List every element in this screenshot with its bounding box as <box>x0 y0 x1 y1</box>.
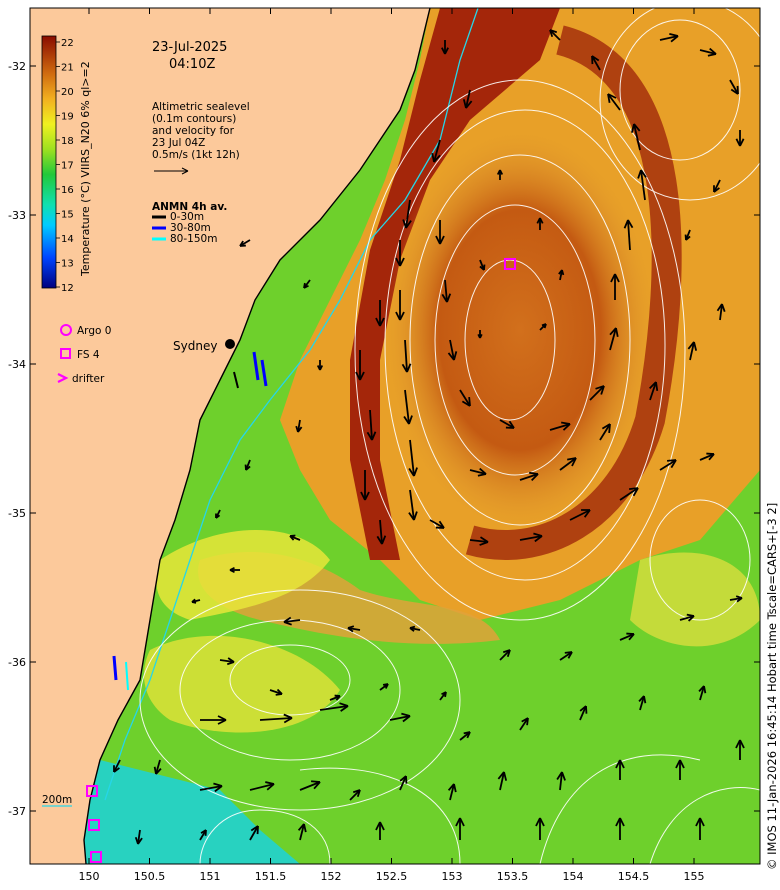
y-tick-label: -34 <box>8 358 26 371</box>
y-tick-label: -37 <box>8 805 26 818</box>
x-tick-label: 151.5 <box>255 870 287 883</box>
altimetry-note-line: (0.1m contours) <box>152 113 236 125</box>
anmn-item: 80-150m <box>170 233 217 245</box>
altimetry-note-line: and velocity for <box>152 125 235 137</box>
altimetry-note-line: 23 Jul 04Z <box>152 137 205 149</box>
sst-map: Sydney 22 21 20 19 18 17 16 15 14 13 12 Temperatur… <box>8 7 779 883</box>
y-tick-label: -32 <box>8 60 26 73</box>
colorbar-tick: 17 <box>61 161 74 172</box>
colorbar-tick: 15 <box>61 210 74 221</box>
colorbar <box>41 35 57 289</box>
x-tick-label: 153.5 <box>497 870 529 883</box>
colorbar-tick: 12 <box>61 283 74 294</box>
x-tick-label: 150 <box>79 870 100 883</box>
time-label: 04:10Z <box>169 57 215 72</box>
y-tick-label: -33 <box>8 209 26 222</box>
colorbar-tick: 18 <box>61 136 74 147</box>
altimetry-note-line: Altimetric sealevel <box>152 101 250 113</box>
x-tick-label: 155 <box>684 870 705 883</box>
city-label: Sydney <box>173 339 217 353</box>
colorbar-label: Temperature (°C) VIIRS_N20 6% ql>=2 <box>79 61 92 277</box>
colorbar-tick: 19 <box>61 112 74 123</box>
colorbar-tick: 22 <box>61 38 74 49</box>
colorbar-tick: 16 <box>61 185 74 196</box>
colorbar-tick: 20 <box>61 87 74 98</box>
x-tick-label: 150.5 <box>134 870 166 883</box>
x-tick-label: 153 <box>442 870 463 883</box>
x-tick-label: 154 <box>563 870 584 883</box>
colorbar-tick: 13 <box>61 259 74 270</box>
y-tick-label: -36 <box>8 656 26 669</box>
legend-fs: FS 4 <box>77 349 100 361</box>
x-tick-label: 152.5 <box>376 870 408 883</box>
legend-drifter: drifter <box>72 373 105 385</box>
y-tick-label: -35 <box>8 507 26 520</box>
colorbar-tick: 14 <box>61 234 74 245</box>
altimetry-note-line: 0.5m/s (1kt 12h) <box>152 149 240 161</box>
sydney-marker <box>225 339 235 349</box>
x-tick-label: 151 <box>200 870 221 883</box>
colorbar-tick: 21 <box>61 63 74 74</box>
credit-text: © IMOS 11-Jan-2026 16:45:14 Hobart time … <box>765 503 779 870</box>
date-label: 23-Jul-2025 <box>152 40 227 55</box>
legend-argo: Argo 0 <box>77 325 111 337</box>
x-tick-label: 152 <box>321 870 342 883</box>
x-tick-label: 154.5 <box>618 870 650 883</box>
isobath-label: 200m <box>42 794 72 806</box>
